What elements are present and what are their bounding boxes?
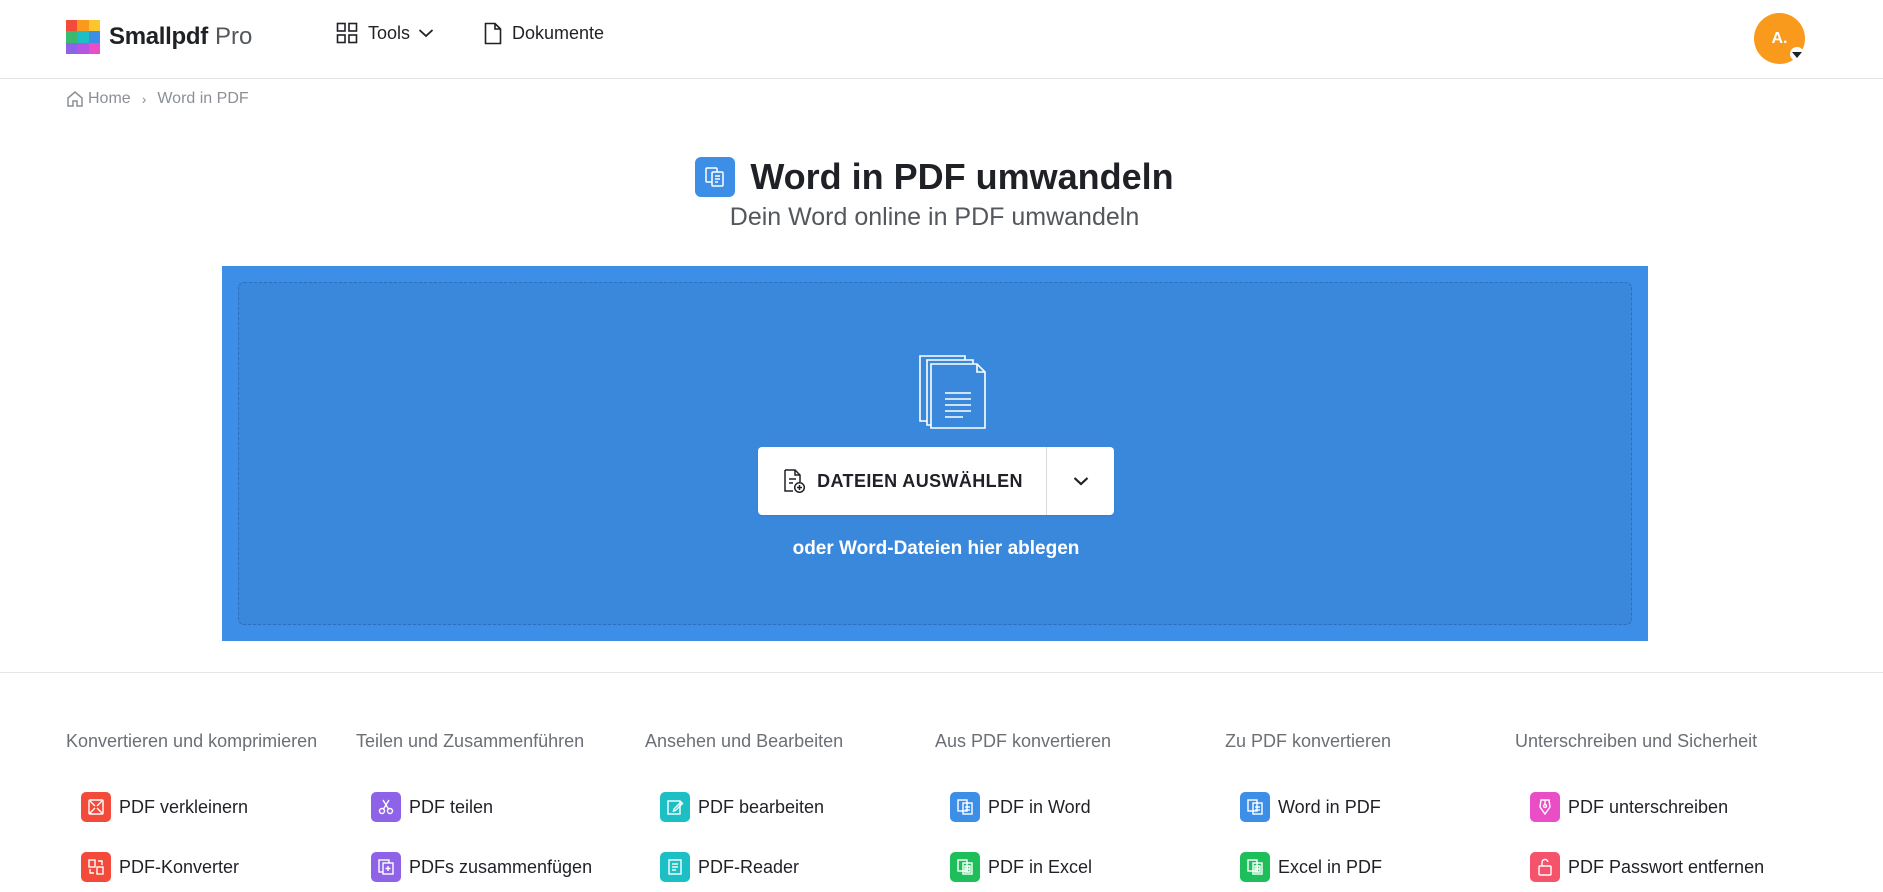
tool-category-heading: Zu PDF konvertieren <box>1225 731 1392 751</box>
excel-to-pdf-icon <box>1240 852 1270 882</box>
convert-icon <box>81 852 111 882</box>
pdf-to-excel-icon <box>950 852 980 882</box>
tool-category-column: Teilen und Zusammenführen PDF teilen PDFs … <box>356 731 646 882</box>
grid-icon <box>336 22 358 44</box>
add-file-icon <box>784 469 806 494</box>
unlock-icon <box>1530 852 1560 882</box>
tool-category-column: Konvertieren und komprimieren PDF verklei… <box>66 731 356 882</box>
tool-category-column: Zu PDF konvertieren Word in PDF Excel in P… <box>1225 731 1515 882</box>
tool-category-heading: Ansehen und Bearbeiten <box>645 731 844 751</box>
tool-link-label: PDF unterschreiben <box>1568 796 1729 817</box>
tool-category-heading: Unterschreiben und Sicherheit <box>1515 731 1758 751</box>
nav-documents-label: Dokumente <box>512 23 605 43</box>
chevron-down-icon <box>1073 477 1088 486</box>
breadcrumb-current: Word in PDF <box>157 90 249 107</box>
tool-category-column: Ansehen und Bearbeiten PDF bearbeiten PDF-… <box>645 731 935 882</box>
edit-icon <box>660 792 690 822</box>
tool-link[interactable]: PDF-Reader <box>660 852 799 882</box>
tool-category-column: Unterschreiben und Sicherheit PDF untersc… <box>1515 731 1805 882</box>
word-to-pdf-tool-icon <box>695 157 736 197</box>
nav-documents-link[interactable]: Dokumente <box>484 22 604 45</box>
tool-link-label: PDF teilen <box>409 796 494 817</box>
tool-link-label: PDF verkleinern <box>119 796 249 817</box>
merge-icon <box>371 852 401 882</box>
tool-category-heading: Aus PDF konvertieren <box>935 731 1112 751</box>
choose-files-button[interactable]: DATEIEN AUSWÄHLEN <box>758 447 1046 515</box>
document-icon <box>484 22 502 45</box>
chevron-down-icon <box>418 29 434 38</box>
tool-link[interactable]: PDF Passwort entfernen <box>1530 852 1764 882</box>
section-divider <box>0 672 1883 673</box>
pdf-to-word-icon <box>950 792 980 822</box>
tool-link-label: PDF in Excel <box>988 856 1093 877</box>
tool-category-column: Aus PDF konvertieren PDF in Word PDF in Ex… <box>935 731 1225 882</box>
breadcrumb-home[interactable]: Home <box>66 90 131 108</box>
page-title-row: Word in PDF umwandeln <box>0 156 1869 198</box>
tool-link-label: PDF-Reader <box>698 856 800 877</box>
sign-icon <box>1530 792 1560 822</box>
drop-zone-border[interactable]: DATEIEN AUSWÄHLEN oder Word-Dateien hier… <box>238 282 1632 625</box>
top-header: Smallpdf Pro Tools Dokumente A. <box>0 0 1883 79</box>
tool-link[interactable]: PDF unterschreiben <box>1530 792 1728 822</box>
tool-link[interactable]: PDF in Excel <box>950 852 1092 882</box>
reader-icon <box>660 852 690 882</box>
compress-icon <box>81 792 111 822</box>
breadcrumb: Home › Word in PDF <box>66 90 249 108</box>
word-to-pdf-icon <box>1240 792 1270 822</box>
smallpdf-logo[interactable]: Smallpdf Pro <box>66 20 252 54</box>
drop-hint-text: oder Word-Dateien hier ablegen <box>792 538 1080 559</box>
file-drop-zone[interactable]: DATEIEN AUSWÄHLEN oder Word-Dateien hier… <box>222 266 1648 641</box>
brand-name: Smallpdf <box>109 23 208 50</box>
tool-link[interactable]: PDF verkleinern <box>81 792 248 822</box>
tool-link-label: PDF Passwort entfernen <box>1568 856 1765 877</box>
tool-link-label: PDF bearbeiten <box>698 796 825 817</box>
nav-tools-label: Tools <box>368 22 411 43</box>
user-avatar[interactable]: A. <box>1754 13 1805 64</box>
choose-files-label: DATEIEN AUSWÄHLEN <box>817 470 1023 491</box>
tool-link[interactable]: PDF-Konverter <box>81 852 239 882</box>
caret-down-icon <box>1790 47 1804 61</box>
tool-link-label: PDFs zusammenfügen <box>409 856 593 877</box>
tool-link[interactable]: PDFs zusammenfügen <box>371 852 592 882</box>
tool-link[interactable]: PDF bearbeiten <box>660 792 824 822</box>
brand-plan: Pro <box>214 23 253 50</box>
tool-category-heading: Teilen und Zusammenführen <box>356 731 585 751</box>
logo-mark-icon <box>66 20 100 54</box>
breadcrumb-home-label: Home <box>88 90 131 107</box>
tool-link[interactable]: PDF teilen <box>371 792 493 822</box>
page-subtitle: Dein Word online in PDF umwandeln <box>729 203 1140 231</box>
tool-link-label: PDF-Konverter <box>119 856 240 877</box>
tool-link[interactable]: Excel in PDF <box>1240 852 1382 882</box>
upload-source-dropdown[interactable] <box>1047 447 1114 515</box>
user-initials: A. <box>1771 29 1788 47</box>
tool-link-label: PDF in Word <box>988 796 1091 817</box>
tool-link[interactable]: PDF in Word <box>950 792 1091 822</box>
page-title: Word in PDF umwandeln <box>750 156 1174 197</box>
documents-illustration-icon <box>919 355 986 429</box>
tool-link-label: Word in PDF <box>1278 796 1381 817</box>
scissors-icon <box>371 792 401 822</box>
tool-link-label: Excel in PDF <box>1278 856 1383 877</box>
nav-tools-menu[interactable]: Tools <box>336 22 434 44</box>
tool-link[interactable]: Word in PDF <box>1240 792 1381 822</box>
tool-category-heading: Konvertieren und komprimieren <box>66 731 318 751</box>
home-icon <box>67 91 83 107</box>
breadcrumb-separator: › <box>141 91 147 107</box>
file-select-button-group: DATEIEN AUSWÄHLEN <box>758 447 1114 515</box>
